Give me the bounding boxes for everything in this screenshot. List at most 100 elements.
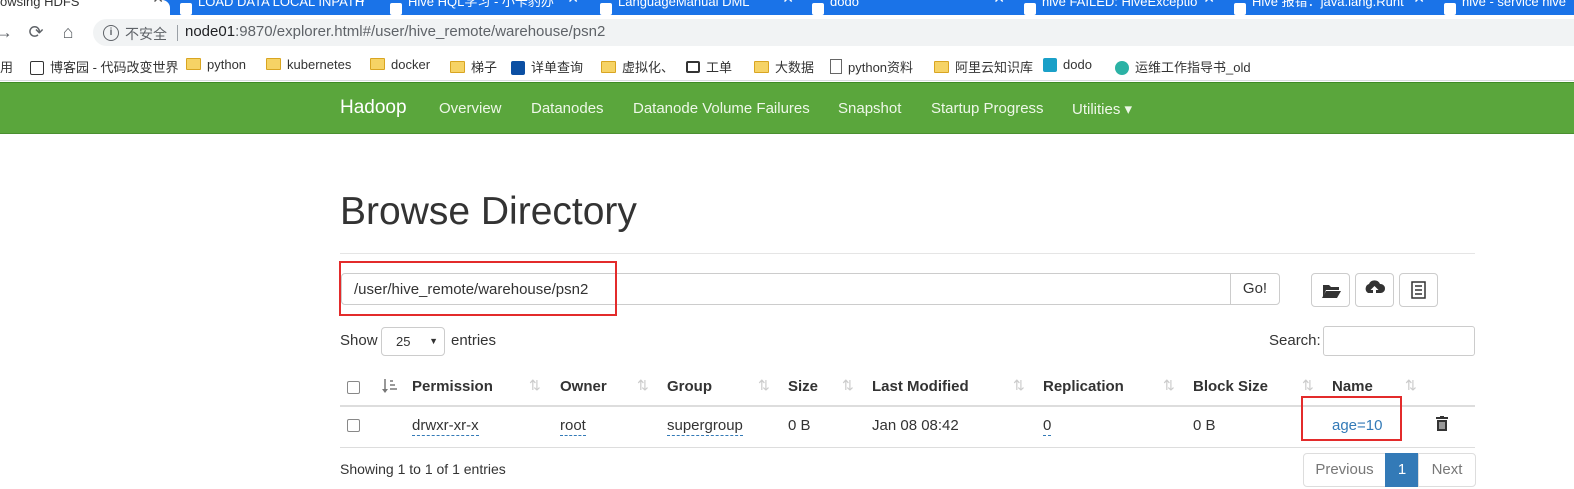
bookmark-kubernetes[interactable]: kubernetes [266, 57, 351, 72]
tab-languagemanual[interactable]: LanguageManual DML ✕ [590, 0, 800, 15]
sort-icon[interactable]: ⇅ [1163, 377, 1175, 394]
reload-icon[interactable]: ⟳ [26, 22, 46, 42]
url-host: node01 [185, 23, 236, 40]
folder-icon [934, 61, 949, 73]
bookmark-ladder[interactable]: 梯子 [450, 57, 497, 76]
bookmark-cnblogs[interactable]: 博客园 - 代码改变世界 [30, 57, 179, 76]
show-label: Show [340, 332, 378, 349]
sort-icon[interactable]: ⇅ [1302, 377, 1314, 394]
page-size-value: 25 [396, 334, 411, 349]
bookmarks-bar: 用 博客园 - 代码改变世界 python kubernetes docker … [0, 50, 1574, 81]
tab-title: dodo [830, 0, 859, 9]
annotation-highlight-box [1301, 396, 1402, 441]
url-path: :9870/explorer.html#/user/hive_remote/wa… [235, 23, 606, 40]
bookmark-ticket[interactable]: 工单 [686, 57, 732, 76]
nav-datanodes[interactable]: Datanodes [531, 100, 604, 117]
bookmark-python[interactable]: python [186, 57, 246, 72]
entries-summary: Showing 1 to 1 of 1 entries [340, 461, 506, 477]
column-header-block-size[interactable]: Block Size [1193, 378, 1268, 395]
bookmark-apps[interactable]: 用 [0, 57, 13, 76]
tab-hive-hql[interactable]: Hive HQL学习 - 小卡豹办 ✕ [380, 0, 585, 15]
nav-volume-failures[interactable]: Datanode Volume Failures [633, 100, 810, 117]
sort-icon[interactable]: ⇅ [637, 377, 649, 394]
sort-icon[interactable]: ⇅ [1013, 377, 1025, 394]
url-text[interactable]: node01:9870/explorer.html#/user/hive_rem… [185, 23, 605, 40]
upload-icon [1365, 280, 1386, 296]
tab-title: hive FAILED: HiveExceptio [1042, 0, 1198, 9]
go-button[interactable]: Go! [1230, 273, 1280, 305]
forward-arrow-icon[interactable]: → [0, 22, 14, 42]
favicon-icon [180, 3, 192, 15]
security-label[interactable]: 不安全 [125, 24, 167, 44]
bookmark-bigdata[interactable]: 大数据 [754, 57, 814, 76]
previous-page-button[interactable]: Previous [1303, 453, 1386, 487]
page-1-button[interactable]: 1 [1385, 453, 1419, 487]
row-checkbox[interactable] [347, 419, 360, 432]
tab-title: hive - service hive [1462, 0, 1567, 9]
bookmark-label: 虚拟化、 [622, 60, 675, 75]
home-icon[interactable]: ⌂ [58, 22, 78, 42]
cell-owner[interactable]: root [560, 417, 586, 436]
favicon-icon [600, 3, 612, 15]
tab-load-data[interactable]: LOAD DATA LOCAL INPATH ✕ [170, 0, 372, 15]
tab-hive-failed[interactable]: hive FAILED: HiveExceptio ✕ [1016, 0, 1221, 15]
nav-overview[interactable]: Overview [439, 100, 502, 117]
column-header-group[interactable]: Group [667, 378, 712, 395]
select-all-checkbox[interactable] [347, 381, 360, 394]
cell-group[interactable]: supergroup [667, 417, 743, 436]
address-bar[interactable]: i 不安全 node01:9870/explorer.html#/user/hi… [93, 19, 1574, 46]
divider [340, 253, 1475, 254]
search-input[interactable] [1323, 326, 1475, 356]
page-size-select[interactable]: 25 ▼ [381, 327, 445, 356]
folder-icon [450, 61, 465, 73]
sort-icon[interactable]: ⇅ [842, 377, 854, 394]
column-header-size[interactable]: Size [788, 378, 818, 395]
bookmark-label: 运维工作指导书_old [1135, 60, 1251, 75]
column-header-owner[interactable]: Owner [560, 378, 607, 395]
create-directory-button[interactable] [1311, 273, 1350, 307]
navbar-brand[interactable]: Hadoop [340, 97, 407, 119]
column-header-permission[interactable]: Permission [412, 378, 493, 395]
cell-replication[interactable]: 0 [1043, 417, 1052, 436]
info-icon[interactable]: i [103, 25, 119, 41]
bookmark-ops-guide[interactable]: 运维工作指导书_old [1115, 57, 1251, 76]
bookmark-dodo[interactable]: dodo [1043, 57, 1092, 72]
tab-dodo[interactable]: dodo ✕ [806, 0, 1011, 15]
folder-icon [266, 58, 281, 70]
tab-hive-error[interactable]: Hive 报错：java.lang.Runt ✕ [1226, 0, 1431, 15]
tab-title: owsing HDFS [0, 0, 80, 9]
list-icon [1411, 281, 1426, 299]
sort-icon[interactable]: ⇅ [529, 377, 541, 394]
cell-permission[interactable]: drwxr-xr-x [412, 417, 479, 436]
nav-snapshot[interactable]: Snapshot [838, 100, 901, 117]
bookmark-python-docs[interactable]: python资料 [830, 57, 913, 76]
divider [177, 25, 178, 41]
annotation-highlight-box [339, 261, 617, 316]
nav-startup-progress[interactable]: Startup Progress [931, 100, 1044, 117]
bookmark-docker[interactable]: docker [370, 57, 430, 72]
table-row-divider [340, 447, 1475, 448]
column-header-last-modified[interactable]: Last Modified [872, 378, 969, 395]
next-page-button[interactable]: Next [1418, 453, 1476, 487]
sort-ascending-icon[interactable] [382, 378, 398, 394]
cut-paste-button[interactable] [1399, 273, 1438, 307]
link-icon [686, 61, 700, 73]
tab-hive-service[interactable]: hive - service hive [1436, 0, 1574, 15]
tab-title: Hive HQL学习 - 小卡豹办 [408, 0, 554, 9]
column-header-name[interactable]: Name [1332, 378, 1373, 395]
upload-button[interactable] [1355, 273, 1394, 307]
browser-toolbar: → ⟳ ⌂ i 不安全 node01:9870/explorer.html#/u… [0, 15, 1574, 50]
bookmark-virtualization[interactable]: 虚拟化、 [601, 57, 674, 76]
bookmark-label: python资料 [848, 60, 914, 75]
bookmark-aliyun[interactable]: 阿里云知识库 [934, 57, 1033, 76]
sort-icon[interactable]: ⇅ [1405, 377, 1417, 394]
sort-icon[interactable]: ⇅ [758, 377, 770, 394]
tab-browsing-hdfs[interactable]: owsing HDFS ✕ [0, 0, 170, 15]
tab-title: LOAD DATA LOCAL INPATH [198, 0, 365, 9]
document-icon [830, 59, 842, 74]
trash-icon[interactable] [1436, 416, 1448, 431]
folder-icon [601, 61, 616, 73]
bookmark-detail-query[interactable]: 详单查询 [511, 57, 583, 76]
column-header-replication[interactable]: Replication [1043, 378, 1124, 395]
nav-utilities-dropdown[interactable]: Utilities ▾ [1072, 100, 1132, 118]
